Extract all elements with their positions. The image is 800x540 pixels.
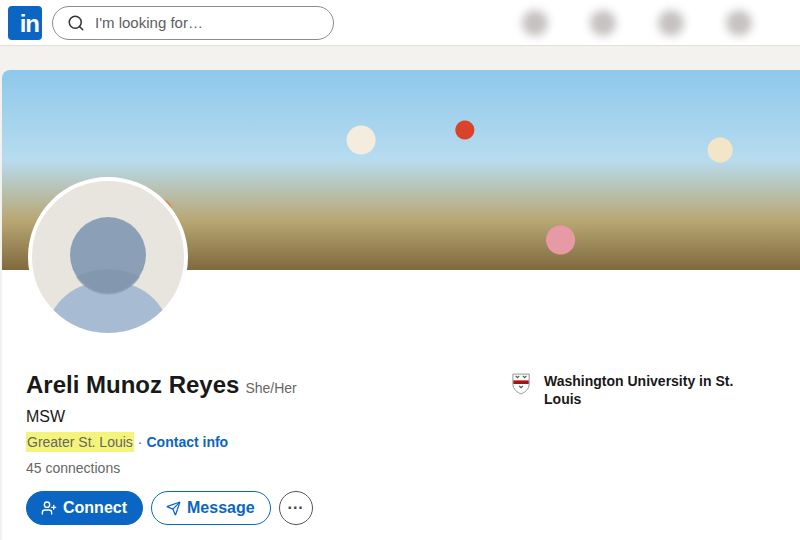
location-row: Greater St. Louis·Contact info	[26, 432, 313, 452]
contact-info-link[interactable]: Contact info	[147, 432, 229, 452]
nav-icons	[344, 10, 792, 36]
blurred-nav-icon[interactable]	[658, 10, 684, 36]
profile-details: Areli Munoz Reyes She/Her MSW Greater St. L…	[26, 370, 313, 525]
send-icon	[166, 501, 181, 516]
education[interactable]: Washington University in St. Louis	[512, 370, 752, 525]
search-icon	[67, 14, 85, 32]
linkedin-logo[interactable]: in	[8, 6, 42, 40]
avatar[interactable]	[28, 177, 188, 337]
top-bar: in I'm looking for…	[0, 0, 800, 46]
more-button[interactable]: ···	[279, 491, 313, 525]
search-placeholder: I'm looking for…	[95, 14, 203, 31]
separator: ·	[138, 432, 143, 452]
profile-card: Areli Munoz Reyes She/Her MSW Greater St. L…	[2, 70, 800, 540]
primary-button[interactable]: Connect	[26, 491, 143, 525]
user-plus-icon	[41, 500, 57, 516]
blurred-nav-icon[interactable]	[726, 10, 752, 36]
person-placeholder-icon	[32, 181, 184, 333]
button-label: Connect	[63, 499, 127, 517]
school-name: Washington University in St. Louis	[544, 372, 752, 408]
location: Greater St. Louis	[26, 432, 134, 452]
blurred-nav-icon[interactable]	[590, 10, 616, 36]
action-buttons: Connect Message ···	[26, 491, 313, 525]
connections-count[interactable]: 45 connections	[26, 458, 313, 478]
secondary-button[interactable]: Message	[151, 491, 271, 525]
headline: MSW	[26, 406, 313, 428]
pronouns: She/Her	[245, 380, 296, 396]
name-row: Areli Munoz Reyes She/Her	[26, 370, 313, 400]
button-label: Message	[187, 499, 255, 517]
blurred-nav-icon[interactable]	[522, 10, 548, 36]
search-field[interactable]: I'm looking for…	[52, 6, 334, 40]
button-label: ···	[288, 499, 304, 517]
university-shield-icon	[512, 372, 530, 396]
profile-name: Areli Munoz Reyes	[26, 370, 239, 400]
linkedin-page: in I'm looking for… Areli Munoz Reyes She/H…	[0, 0, 800, 540]
